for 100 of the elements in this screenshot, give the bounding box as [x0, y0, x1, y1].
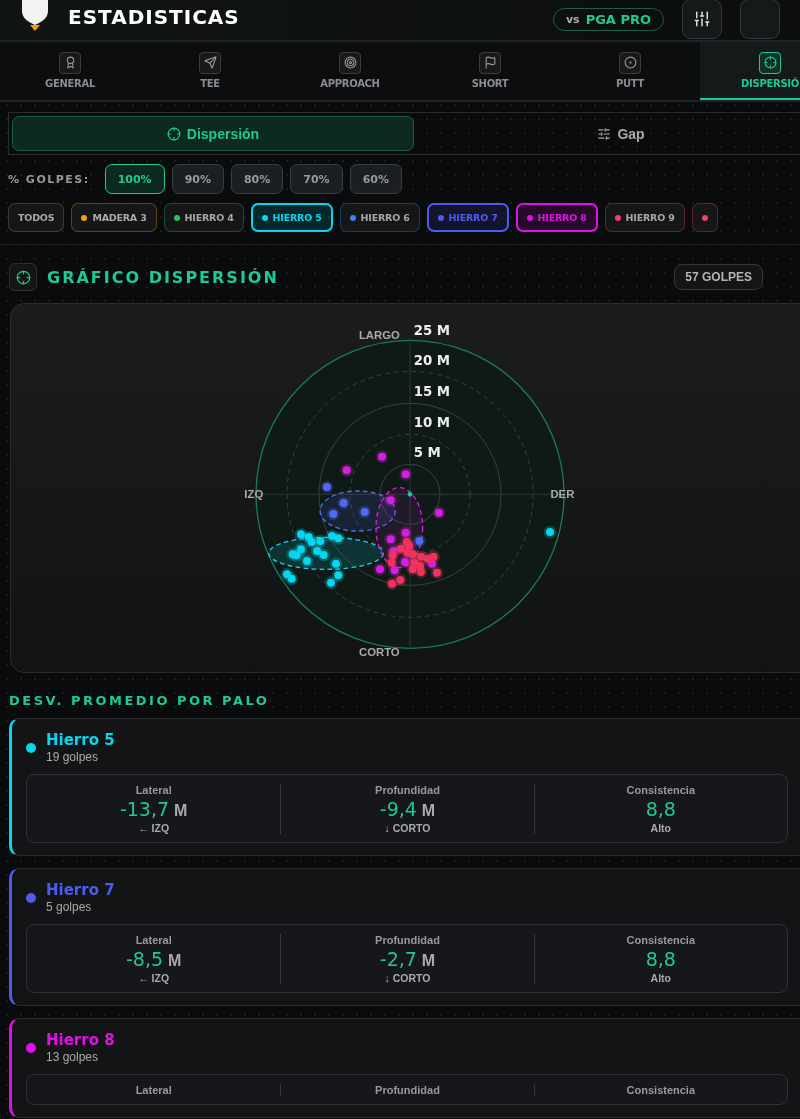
- club-chip[interactable]: HIERRO 7: [426, 203, 509, 232]
- nav-tab[interactable]: APPROACH: [280, 42, 420, 100]
- club-name: Hierro 8: [46, 1031, 115, 1049]
- shot-dot: [432, 506, 446, 519]
- club-chip[interactable]: HIERRO 5: [250, 203, 333, 232]
- shot-dot: [285, 572, 298, 585]
- stat-note: Alto: [650, 822, 672, 834]
- tab-icon: [479, 51, 501, 74]
- percent-chip[interactable]: 80%: [230, 164, 284, 194]
- shot-dot: [430, 566, 444, 579]
- page-title: ESTADISTICAS: [68, 4, 241, 29]
- ring-label: 20 M: [413, 353, 451, 368]
- axis-label: LARGO: [358, 328, 400, 341]
- club-name: Hierro 7: [46, 881, 115, 899]
- ring-label: 5 M: [413, 445, 441, 461]
- stat-label: Profundidad: [375, 934, 440, 946]
- stat-value: 8,8: [645, 948, 676, 970]
- club-chip[interactable]: MADERA 3: [71, 203, 157, 232]
- shot-dot: [399, 468, 412, 481]
- club-chip[interactable]: HIERRO 9: [604, 203, 685, 232]
- stat-note: ← IZQ: [138, 822, 170, 834]
- shot-dot: [358, 505, 371, 519]
- shot-dot: [403, 539, 416, 553]
- shot-dot: [427, 550, 440, 563]
- nav-tab[interactable]: GENERAL: [0, 42, 140, 100]
- crosshair-icon: [166, 126, 181, 141]
- shot-dot: [385, 556, 398, 569]
- axis-label: DER: [550, 488, 575, 501]
- shot-dot: [327, 507, 340, 521]
- stat-label: Lateral: [135, 934, 172, 946]
- shot-dot: [414, 565, 428, 579]
- stat-value: -9,4: [379, 798, 417, 820]
- shot-count: 5 golpes: [46, 900, 93, 914]
- stat-note: ↓ CORTO: [384, 972, 431, 984]
- sliders-icon: [597, 126, 612, 141]
- shield-logo-icon: [20, 0, 50, 31]
- nav-tab[interactable]: TEE: [140, 42, 280, 100]
- club-chip[interactable]: TODOS: [8, 203, 65, 232]
- stat-unit: M: [174, 802, 188, 820]
- ring-label: 25 M: [413, 323, 451, 338]
- percent-chip[interactable]: 100%: [104, 164, 165, 194]
- sliders-icon: [693, 10, 711, 28]
- shot-dot: [300, 554, 314, 568]
- stat-label: Consistencia: [626, 784, 696, 796]
- shot-dot: [543, 525, 557, 539]
- shot-dot: [384, 533, 397, 546]
- shot-count: 57 GOLPES: [674, 264, 763, 290]
- stat-value: -13,7: [119, 798, 170, 820]
- stat-value: -2,7: [379, 948, 417, 970]
- stat-value: -8,5: [125, 948, 164, 970]
- shot-dot: [340, 464, 353, 477]
- shot-dot: [399, 526, 412, 539]
- shot-dot: [406, 563, 419, 576]
- club-chip[interactable]: [691, 203, 718, 232]
- club-chip[interactable]: HIERRO 4: [163, 203, 244, 232]
- club-name: Hierro 5: [46, 731, 115, 749]
- shot-dot: [375, 450, 389, 463]
- stat-label: Lateral: [135, 784, 172, 796]
- shot-dot: [332, 532, 345, 545]
- axis-label: CORTO: [359, 646, 400, 658]
- tab-icon: [619, 51, 641, 74]
- shot-dot: [413, 534, 426, 548]
- stat-label: Consistencia: [626, 934, 696, 946]
- crosshair-icon: [9, 263, 37, 291]
- percent-chip[interactable]: 60%: [349, 164, 402, 194]
- view-tab[interactable]: Gap: [420, 116, 800, 151]
- filter-label: % GOLPES:: [8, 172, 90, 186]
- shot-dot: [373, 563, 387, 576]
- shot-dot: [329, 557, 343, 570]
- ring-label: 10 M: [413, 414, 451, 430]
- filter-button[interactable]: [682, 0, 722, 39]
- shot-dot: [384, 494, 397, 507]
- shot-dot: [320, 480, 334, 494]
- center-dot: [407, 492, 413, 497]
- stat-label: Profundidad: [375, 1084, 440, 1096]
- shot-dot: [337, 496, 350, 510]
- club-chip[interactable]: HIERRO 8: [515, 203, 598, 232]
- tab-icon: [59, 51, 81, 74]
- shot-dot: [314, 534, 327, 548]
- ring-label: 15 M: [413, 384, 451, 399]
- shot-dot: [324, 576, 338, 589]
- stat-value: 8,8: [645, 798, 676, 820]
- percent-chip[interactable]: 90%: [171, 164, 224, 194]
- stat-label: Lateral: [135, 1084, 172, 1096]
- tab-icon: [759, 51, 781, 74]
- shot-dot: [394, 573, 407, 587]
- shot-count: 13 golpes: [46, 1050, 100, 1064]
- nav-tab[interactable]: SHORT: [420, 42, 560, 100]
- stat-label: Consistencia: [626, 1084, 696, 1096]
- nav-tab[interactable]: DISPERSIÓ: [700, 42, 800, 100]
- percent-chip[interactable]: 70%: [290, 164, 343, 194]
- club-chip[interactable]: HIERRO 6: [339, 203, 420, 232]
- nav-tab[interactable]: PUTT: [560, 42, 700, 100]
- view-tab[interactable]: Dispersión: [12, 116, 414, 151]
- stat-note: ← IZQ: [138, 972, 170, 984]
- stat-unit: M: [168, 952, 182, 970]
- shot-dot: [290, 549, 303, 562]
- section-title: DESV. PROMEDIO POR PALO: [8, 692, 271, 710]
- stat-note: Alto: [650, 972, 672, 984]
- stat-label: Profundidad: [375, 784, 440, 796]
